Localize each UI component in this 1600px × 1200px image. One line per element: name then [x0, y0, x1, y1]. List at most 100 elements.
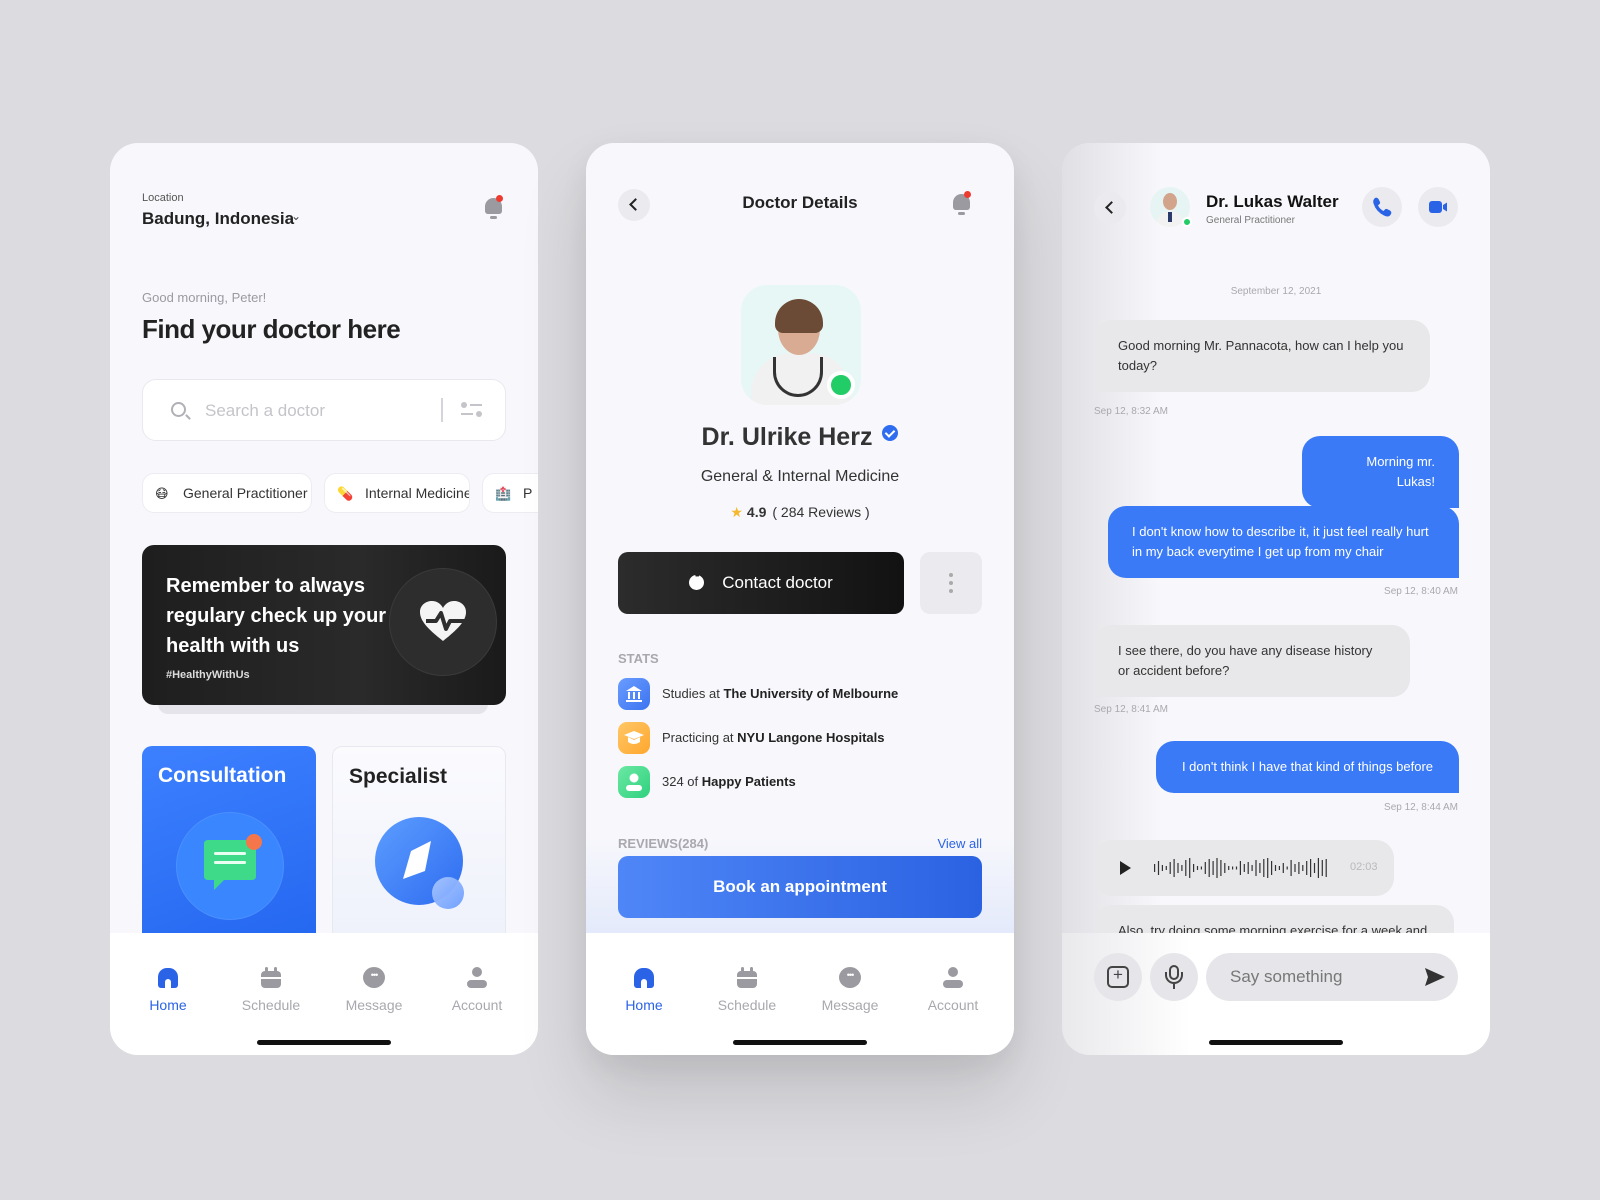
- graduation-cap-icon: [618, 722, 650, 754]
- location-selector[interactable]: Badung, Indonesia: [142, 209, 294, 229]
- voice-call-button[interactable]: [1362, 187, 1402, 227]
- waveform-bar: [1228, 866, 1230, 870]
- waveform-bar: [1181, 865, 1183, 871]
- specialist-card[interactable]: Specialist: [332, 746, 506, 946]
- book-appointment-button[interactable]: Book an appointment: [618, 856, 982, 918]
- audio-waveform: [1154, 858, 1327, 878]
- message-timestamp: Sep 12, 8:40 AM: [1384, 586, 1458, 597]
- tab-label: Schedule: [717, 997, 777, 1013]
- tab-label: Message: [345, 997, 403, 1013]
- notification-dot: [496, 195, 503, 202]
- heart-pulse-icon: [389, 568, 497, 676]
- doctor-specialty: General & Internal Medicine: [700, 468, 900, 485]
- category-chip-internal-medicine[interactable]: 💊 Internal Medicine: [324, 473, 470, 513]
- university-icon: [618, 678, 650, 710]
- doctor-name: Dr. Ulrike Herz: [586, 423, 1014, 452]
- search-input[interactable]: [205, 398, 425, 424]
- hospital-emoji-icon: 🏥: [495, 486, 512, 501]
- waveform-bar: [1185, 860, 1187, 876]
- message-bubble-outgoing: Morning mr. Lukas!: [1302, 436, 1459, 508]
- tab-schedule[interactable]: Schedule: [226, 967, 316, 1013]
- message-icon: [363, 967, 385, 988]
- search-bar: [142, 379, 506, 441]
- voice-message: 02:03: [1094, 840, 1394, 896]
- waveform-bar: [1208, 859, 1210, 877]
- waveform-bar: [1325, 859, 1327, 877]
- more-options-button[interactable]: [920, 552, 982, 614]
- microphone-button[interactable]: [1150, 953, 1198, 1001]
- stats-heading: STATS: [618, 651, 659, 666]
- health-reminder-banner[interactable]: Remember to always regulary check up you…: [142, 545, 506, 705]
- waveform-bar: [1282, 863, 1284, 873]
- play-icon[interactable]: [1120, 861, 1131, 875]
- waveform-bar: [1177, 863, 1179, 873]
- doctor-details-screen: Doctor Details Dr. Ulrike Herz General &…: [586, 143, 1014, 1055]
- category-chip-general-practitioner[interactable]: 😷 General Practitioner: [142, 473, 312, 513]
- message-bubble-outgoing: I don't think I have that kind of things…: [1156, 741, 1459, 793]
- waveform-bar: [1157, 861, 1160, 875]
- chevron-down-icon[interactable]: ⌄: [291, 209, 301, 223]
- waveform-bar: [1189, 858, 1191, 878]
- waveform-bar: [1306, 861, 1308, 875]
- waveform-bar: [1224, 863, 1226, 873]
- add-attachment-button[interactable]: [1094, 953, 1142, 1001]
- notification-bell-icon[interactable]: [482, 195, 506, 221]
- home-indicator: [257, 1040, 391, 1045]
- page-title: Find your doctor here: [142, 314, 401, 344]
- waveform-bar: [1259, 863, 1261, 873]
- specialist-title: Specialist: [349, 765, 448, 788]
- consultation-card[interactable]: Consultation: [142, 746, 316, 946]
- chat-icon: [689, 574, 705, 590]
- message-timestamp: Sep 12, 8:44 AM: [1384, 802, 1458, 813]
- tab-home[interactable]: Home: [599, 967, 689, 1013]
- send-icon[interactable]: [1424, 967, 1446, 987]
- message-input[interactable]: [1206, 953, 1458, 1001]
- view-all-reviews-link[interactable]: View all: [937, 836, 982, 851]
- waveform-bar: [1313, 863, 1316, 873]
- online-status-indicator: [827, 371, 855, 399]
- tab-schedule[interactable]: Schedule: [702, 967, 792, 1013]
- filter-icon[interactable]: [461, 400, 483, 420]
- tab-account[interactable]: Account: [432, 967, 522, 1013]
- home-screen: Location Badung, Indonesia ⌄ Good mornin…: [110, 143, 538, 1055]
- waveform-bar: [1154, 864, 1156, 872]
- chat-bubble-icon: [176, 812, 284, 920]
- message-bubble-incoming: I see there, do you have any disease his…: [1094, 625, 1410, 697]
- home-icon: [158, 968, 178, 988]
- reviews-count: ( 284 Reviews ): [772, 504, 870, 520]
- message-bubble-incoming: Good morning Mr. Pannacota, how can I he…: [1094, 320, 1430, 392]
- star-icon: ★: [730, 504, 743, 520]
- home-indicator: [733, 1040, 867, 1045]
- message-icon: [839, 967, 861, 988]
- waveform-bar: [1161, 865, 1163, 871]
- category-chip-partial[interactable]: 🏥 P: [482, 473, 538, 513]
- video-call-button[interactable]: [1418, 187, 1458, 227]
- waveform-bar: [1204, 862, 1206, 874]
- pill-emoji-icon: 💊: [337, 486, 354, 501]
- bottom-tab-bar: Home Schedule Message Account: [110, 933, 538, 1055]
- composer-bar: [1062, 933, 1490, 1055]
- waveform-bar: [1298, 862, 1300, 874]
- phone-icon: [1373, 197, 1392, 217]
- notification-bell-icon[interactable]: [950, 191, 974, 217]
- tab-message[interactable]: Message: [329, 967, 419, 1013]
- verified-badge-icon: [882, 425, 899, 441]
- tab-label: Schedule: [241, 997, 301, 1013]
- waveform-bar: [1193, 864, 1195, 872]
- reviews-heading: REVIEWS(284): [618, 836, 709, 851]
- bottom-tab-bar: Home Schedule Message Account: [586, 933, 1014, 1055]
- back-button[interactable]: [1094, 192, 1126, 224]
- tab-account[interactable]: Account: [908, 967, 998, 1013]
- tab-home[interactable]: Home: [123, 967, 213, 1013]
- tab-label: Home: [625, 997, 663, 1013]
- banner-hashtag: #HealthyWithUs: [166, 669, 250, 681]
- waveform-bar: [1169, 862, 1171, 874]
- waveform-bar: [1271, 861, 1273, 875]
- contact-doctor-button[interactable]: Contact doctor: [618, 552, 904, 614]
- waveform-bar: [1165, 866, 1167, 870]
- tab-message[interactable]: Message: [805, 967, 895, 1013]
- tab-label: Message: [821, 997, 879, 1013]
- mask-emoji-icon: 😷: [155, 486, 169, 501]
- waveform-bar: [1302, 865, 1304, 871]
- video-camera-icon: [1429, 201, 1447, 213]
